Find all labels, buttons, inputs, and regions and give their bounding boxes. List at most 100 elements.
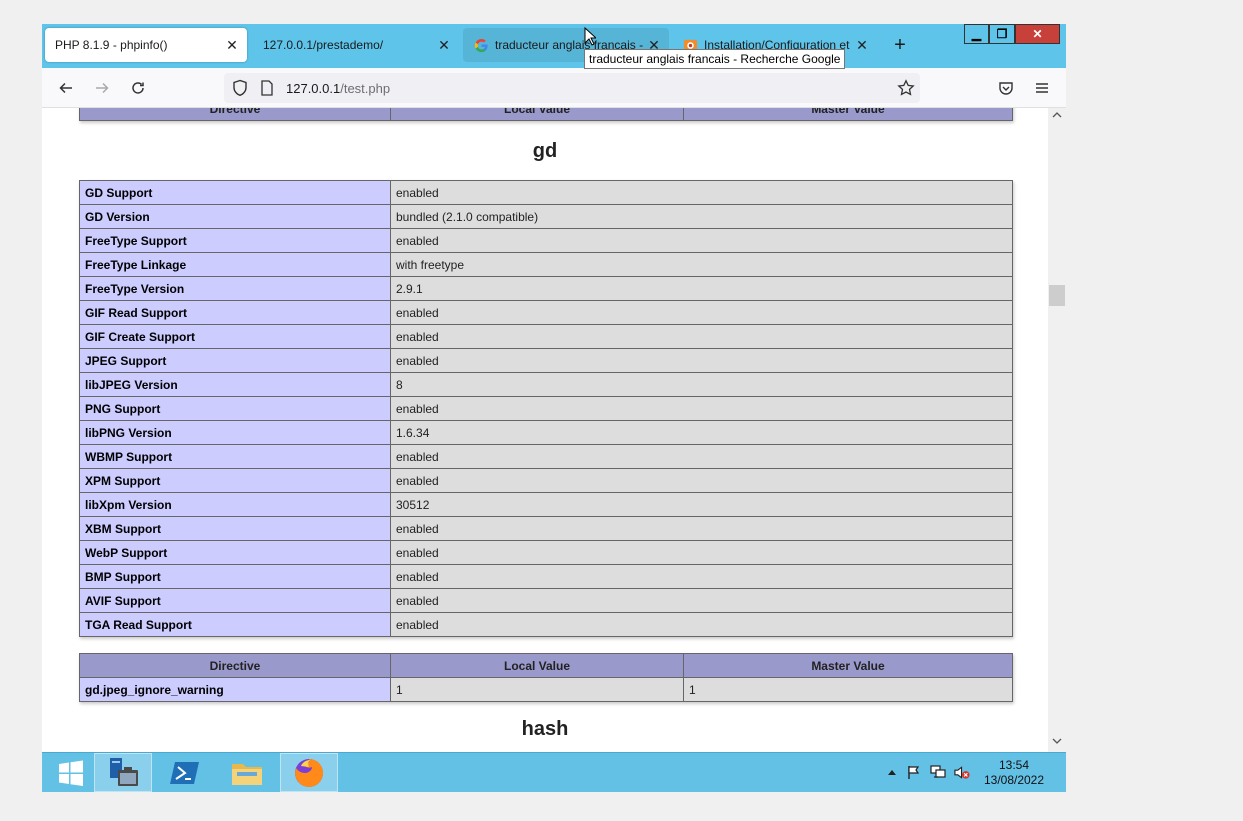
scrollbar-thumb[interactable] <box>1049 285 1065 306</box>
directive-name: PNG Support <box>79 396 391 421</box>
url-text[interactable]: 127.0.0.1/test.php <box>286 81 390 96</box>
directive-name: FreeType Support <box>79 228 391 253</box>
reload-icon <box>132 82 144 94</box>
top-header-table: Directive Local Value Master Value <box>79 108 1013 121</box>
directive-value: with freetype <box>390 252 1013 277</box>
firefox-icon <box>295 758 324 787</box>
table-row: JPEG Support enabled <box>79 348 1013 373</box>
directive-name: FreeType Linkage <box>79 252 391 277</box>
directive-name: libJPEG Version <box>79 372 391 397</box>
table-row: GIF Create Support enabled <box>79 324 1013 349</box>
close-window-button[interactable]: ✕ <box>1015 24 1060 44</box>
shield-icon[interactable] <box>232 79 248 102</box>
hamburger-icon <box>1036 83 1048 93</box>
tab-phpinfo[interactable]: PHP 8.1.9 - phpinfo() ✕ <box>45 28 247 62</box>
directive-name: AVIF Support <box>79 588 391 613</box>
scroll-down-icon[interactable] <box>1051 736 1063 748</box>
address-bar[interactable]: 127.0.0.1/test.php <box>224 73 920 103</box>
tab-tooltip: traducteur anglais francais - Recherche … <box>584 49 846 69</box>
action-center-flag-icon[interactable] <box>906 764 922 780</box>
powershell-button[interactable] <box>156 753 214 792</box>
mouse-cursor-icon <box>584 27 596 46</box>
directive-name: WebP Support <box>79 540 391 565</box>
close-icon[interactable]: ✕ <box>435 37 453 54</box>
start-button[interactable] <box>42 753 100 792</box>
tab-label: PHP 8.1.9 - phpinfo() <box>55 38 168 52</box>
table-header-row: Directive Local Value Master Value <box>79 108 1013 121</box>
navigation-toolbar: 127.0.0.1/test.php <box>42 68 1066 108</box>
directive-value: enabled <box>390 396 1013 421</box>
directive-value: enabled <box>390 540 1013 565</box>
directive-name: GIF Read Support <box>79 300 391 325</box>
directive-value: 30512 <box>390 492 1013 517</box>
google-icon <box>473 37 489 53</box>
directive-value: 8 <box>390 372 1013 397</box>
table-row: gd.jpeg_ignore_warning 1 1 <box>79 677 1013 702</box>
bookmark-star-icon[interactable] <box>897 79 915 102</box>
table-row: PNG Support enabled <box>79 396 1013 421</box>
firefox-button[interactable] <box>280 753 338 792</box>
url-path: /test.php <box>340 81 391 96</box>
close-icon[interactable]: ✕ <box>223 37 241 54</box>
server-manager-button[interactable] <box>94 753 152 792</box>
powershell-icon <box>170 761 199 784</box>
back-button[interactable] <box>56 78 76 98</box>
close-icon[interactable]: ✕ <box>853 37 871 54</box>
column-header: Directive <box>79 108 391 121</box>
back-arrow-icon <box>59 82 72 94</box>
tab-label: 127.0.0.1/prestademo/ <box>263 38 384 52</box>
page-content: Directive Local Value Master Value gd GD… <box>42 108 1048 752</box>
maximize-button[interactable]: ❐ <box>989 24 1015 44</box>
table-row: XBM Support enabled <box>79 516 1013 541</box>
section-title-gd: gd <box>532 140 558 162</box>
directive-name: gd.jpeg_ignore_warning <box>79 677 391 702</box>
directive-value: enabled <box>390 588 1013 613</box>
directive-name: libXpm Version <box>79 492 391 517</box>
directive-value: 1.6.34 <box>390 420 1013 445</box>
file-explorer-button[interactable] <box>218 753 276 792</box>
vertical-scrollbar[interactable] <box>1048 108 1066 752</box>
forward-button[interactable] <box>92 78 112 98</box>
pocket-button[interactable] <box>996 78 1016 98</box>
system-clock[interactable]: 13:54 13/08/2022 <box>972 758 1056 788</box>
new-tab-button[interactable]: + <box>890 35 910 56</box>
tab-prestademo[interactable]: 127.0.0.1/prestademo/ ✕ <box>253 28 459 62</box>
directive-value: enabled <box>390 516 1013 541</box>
table-row: TGA Read Support enabled <box>79 612 1013 637</box>
directive-name: JPEG Support <box>79 348 391 373</box>
column-header: Master Value <box>683 653 1013 678</box>
master-value: 1 <box>683 677 1013 702</box>
forward-arrow-icon <box>96 82 109 94</box>
gd-directive-table: Directive Local Value Master Value gd.jp… <box>79 653 1013 702</box>
directive-value: bundled (2.1.0 compatible) <box>390 204 1013 229</box>
column-header: Local Value <box>390 108 684 121</box>
page-icon[interactable] <box>260 80 274 101</box>
directive-name: XBM Support <box>79 516 391 541</box>
folder-icon <box>232 763 262 785</box>
server-manager-icon <box>110 757 138 786</box>
pocket-icon <box>999 82 1013 95</box>
browser-window: PHP 8.1.9 - phpinfo() ✕ 127.0.0.1/presta… <box>42 24 1066 792</box>
volume-muted-icon[interactable] <box>954 764 970 780</box>
table-row: FreeType Support enabled <box>79 228 1013 253</box>
directive-value: enabled <box>390 324 1013 349</box>
directive-value: enabled <box>390 444 1013 469</box>
directive-value: enabled <box>390 612 1013 637</box>
minimize-button[interactable]: ▁ <box>964 24 989 44</box>
menu-button[interactable] <box>1032 78 1052 98</box>
local-value: 1 <box>390 677 684 702</box>
directive-value: 2.9.1 <box>390 276 1013 301</box>
section-title-hash: hash <box>521 718 569 740</box>
table-row: GD Support enabled <box>79 180 1013 205</box>
table-row: BMP Support enabled <box>79 564 1013 589</box>
directive-name: GD Version <box>79 204 391 229</box>
column-header: Local Value <box>390 653 684 678</box>
table-row: AVIF Support enabled <box>79 588 1013 613</box>
network-icon[interactable] <box>930 764 946 780</box>
scroll-up-icon[interactable] <box>1051 110 1063 122</box>
reload-button[interactable] <box>128 78 148 98</box>
show-hidden-icons-button[interactable] <box>884 764 900 780</box>
table-row: libPNG Version 1.6.34 <box>79 420 1013 445</box>
directive-value: enabled <box>390 180 1013 205</box>
directive-name: TGA Read Support <box>79 612 391 637</box>
